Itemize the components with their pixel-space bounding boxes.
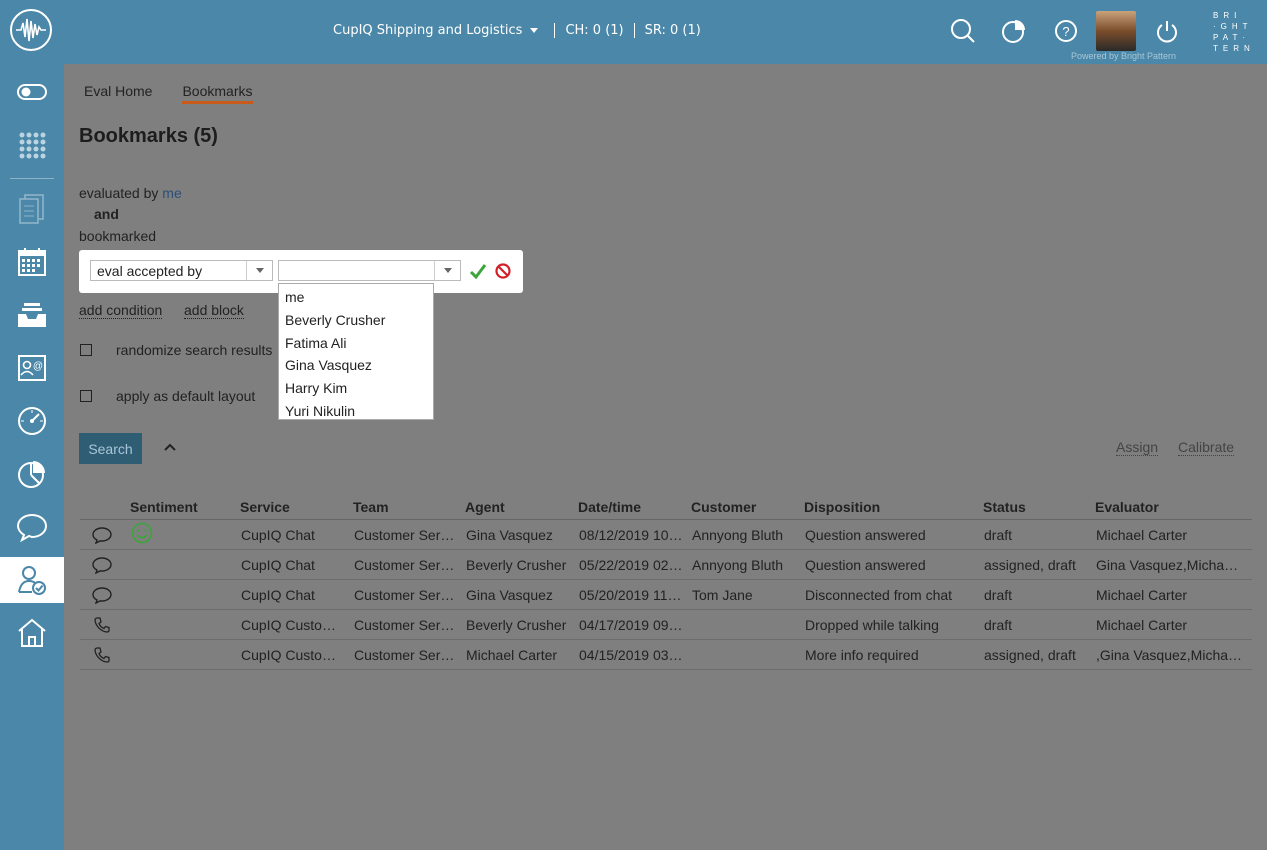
chat-bubble-icon <box>16 513 48 542</box>
criteria-line-evaluated: evaluated by me <box>79 185 182 201</box>
table-row[interactable]: CupIQ Chat Customer Service Gina Vasquez… <box>80 580 1252 610</box>
calendar-icon <box>18 248 46 276</box>
page-tabs: Eval Home Bookmarks <box>84 83 283 104</box>
dialpad-icon <box>19 132 46 159</box>
search-button[interactable]: Search <box>79 433 142 464</box>
column-header-team[interactable]: Team <box>353 496 465 519</box>
tenant-name[interactable]: CupIQ Shipping and Logistics <box>333 23 522 38</box>
tab-eval-home[interactable]: Eval Home <box>84 83 152 104</box>
sidebar-item-inbox[interactable] <box>0 292 64 338</box>
sidebar-item-documents[interactable] <box>0 186 64 232</box>
dropdown-option[interactable]: Harry Kim <box>279 377 433 400</box>
contact-card-icon: @ <box>18 355 46 381</box>
page-title: Bookmarks (5) <box>79 125 218 147</box>
home-icon <box>18 618 46 647</box>
sidebar-item-dashboard[interactable] <box>0 398 64 444</box>
results-table: Sentiment Service Team Agent Date/time C… <box>80 496 1252 670</box>
assign-link[interactable]: Assign <box>1116 439 1159 456</box>
dashboard-gauge-icon <box>18 407 46 435</box>
bright-pattern-logo-icon[interactable] <box>10 9 52 51</box>
dropdown-option[interactable]: Fatima Ali <box>279 332 433 355</box>
dropdown-option[interactable]: Beverly Crusher <box>279 309 433 332</box>
column-header-evaluator[interactable]: Evaluator <box>1095 496 1252 519</box>
criteria-value-link[interactable]: me <box>162 185 181 201</box>
default-layout-checkbox[interactable] <box>80 390 92 402</box>
column-header-status[interactable]: Status <box>983 496 1095 519</box>
default-layout-label: apply as default layout <box>116 388 256 404</box>
tab-bookmarks[interactable]: Bookmarks <box>182 83 253 104</box>
sidebar-item-chat[interactable] <box>0 504 64 550</box>
inbox-icon <box>18 303 46 327</box>
tenant-selector[interactable]: CupIQ Shipping and Logistics CH: 0 (1) S… <box>333 23 701 38</box>
search-icon[interactable] <box>950 18 976 44</box>
sidebar-item-contacts[interactable]: @ <box>0 345 64 391</box>
chevron-down-icon[interactable] <box>434 261 460 280</box>
phone-media-icon <box>93 646 110 663</box>
phone-media-icon <box>93 616 110 633</box>
chevron-up-icon[interactable] <box>163 441 177 453</box>
dropdown-option[interactable]: me <box>279 286 433 309</box>
randomize-label: randomize search results <box>116 342 273 358</box>
column-header-datetime[interactable]: Date/time <box>578 496 691 519</box>
calibrate-link[interactable]: Calibrate <box>1178 439 1235 456</box>
svg-text:?: ? <box>1062 24 1069 39</box>
table-header: Sentiment Service Team Agent Date/time C… <box>80 496 1252 520</box>
chat-media-icon <box>91 586 112 604</box>
column-header-service[interactable]: Service <box>240 496 353 519</box>
reports-chart-icon[interactable] <box>1001 18 1027 44</box>
documents-icon <box>19 194 44 224</box>
table-row[interactable]: CupIQ Customer Service Customer Service … <box>80 610 1252 640</box>
column-header-sentiment[interactable]: Sentiment <box>130 496 240 519</box>
value-dropdown-list: me Beverly Crusher Fatima Ali Gina Vasqu… <box>278 283 434 420</box>
criteria-line-bookmarked[interactable]: bookmarked <box>79 228 156 244</box>
chat-status: CH: 0 (1) <box>565 23 624 38</box>
sidebar-item-calendar[interactable] <box>0 239 64 285</box>
service-request-status: SR: 0 (1) <box>644 23 701 38</box>
avatar[interactable] <box>1096 11 1136 51</box>
table-row[interactable]: CupIQ Chat Customer Service Gina Vasquez… <box>80 520 1252 550</box>
criteria-operator-and[interactable]: and <box>94 206 119 222</box>
chat-media-icon <box>91 526 112 544</box>
column-header-agent[interactable]: Agent <box>465 496 578 519</box>
condition-field-select[interactable]: eval accepted by <box>90 260 273 281</box>
table-row[interactable]: CupIQ Chat Customer Service Beverly Crus… <box>80 550 1252 580</box>
column-header-disposition[interactable]: Disposition <box>804 496 983 519</box>
help-icon[interactable]: ? <box>1053 18 1079 44</box>
sidebar: @ <box>0 64 64 850</box>
power-logout-icon[interactable] <box>1154 18 1180 44</box>
randomize-checkbox[interactable] <box>80 344 92 356</box>
quality-management-icon <box>18 566 46 595</box>
chevron-down-icon[interactable] <box>246 261 272 280</box>
condition-value-select[interactable] <box>278 260 461 281</box>
dropdown-option[interactable]: Yuri Nikulin <box>279 400 433 423</box>
sidebar-item-status-toggle[interactable] <box>0 69 64 115</box>
sidebar-item-quality-management[interactable] <box>0 557 64 603</box>
column-header-customer[interactable]: Customer <box>691 496 804 519</box>
add-condition-link[interactable]: add condition <box>79 302 163 319</box>
table-row[interactable]: CupIQ Customer Service Customer Service … <box>80 640 1252 670</box>
top-bar: CupIQ Shipping and Logistics CH: 0 (1) S… <box>0 0 1267 64</box>
chevron-down-icon[interactable] <box>530 28 539 33</box>
chat-media-icon <box>91 556 112 574</box>
reports-pie-icon <box>18 461 45 488</box>
checkmark-icon[interactable] <box>469 262 487 280</box>
powered-by-text: Powered by Bright Pattern <box>1071 51 1177 61</box>
add-block-link[interactable]: add block <box>184 302 244 319</box>
sidebar-item-dialpad[interactable] <box>0 122 64 168</box>
sidebar-item-reports[interactable] <box>0 451 64 497</box>
svg-text:@: @ <box>33 361 43 372</box>
sidebar-item-home[interactable] <box>0 610 64 656</box>
positive-sentiment-icon <box>131 522 153 544</box>
brand-wordmark: BRI ·GHT PAT· TERN <box>1213 11 1255 53</box>
cancel-icon[interactable] <box>495 263 511 279</box>
dropdown-option[interactable]: Gina Vasquez <box>279 354 433 377</box>
main-content: Eval Home Bookmarks Bookmarks (5) evalua… <box>64 64 1267 850</box>
toggle-icon <box>17 84 47 100</box>
